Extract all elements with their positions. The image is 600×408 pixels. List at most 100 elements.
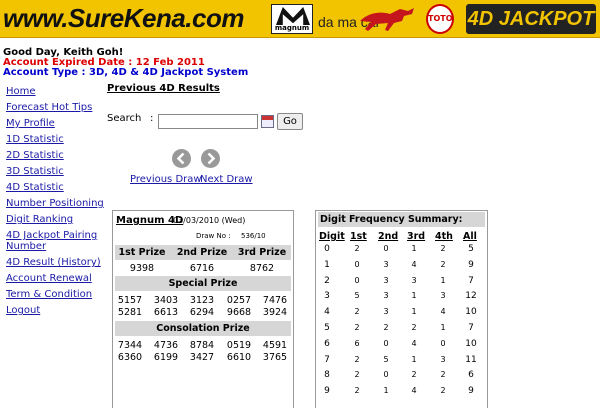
frequency-count-cell: 2 <box>354 370 360 380</box>
toto-logo: TOTO <box>426 4 454 34</box>
digit-frequency-panel: Digit Frequency Summary: Digit 1st 2nd 3… <box>315 210 488 408</box>
frequency-header-2nd: 2nd <box>378 231 399 242</box>
previous-arrow-icon[interactable] <box>172 149 191 168</box>
frequency-total-cell: 10 <box>465 307 477 318</box>
frequency-count-cell: 4 <box>411 386 417 396</box>
frequency-count-cell: 1 <box>411 244 417 253</box>
sidebar-item-digit-ranking[interactable]: Digit Ranking <box>6 214 73 225</box>
frequency-count-cell: 3 <box>383 275 389 285</box>
frequency-digit-cell: 3 <box>324 291 330 302</box>
consolation-prize-number: 4591 <box>262 340 288 351</box>
frequency-digit-cell: 4 <box>324 307 330 318</box>
frequency-count-cell: 0 <box>354 259 360 269</box>
frequency-count-cell: 2 <box>440 244 446 253</box>
sidebar-item-4d-result-history[interactable]: 4D Result (History) <box>6 257 101 268</box>
next-draw-link[interactable]: Next Draw <box>200 174 253 185</box>
frequency-digit-cell: 6 <box>324 338 330 349</box>
site-banner: www.SureKena.com magnum da ma cai TOTO 4… <box>0 0 600 38</box>
sidebar-item-3d-statistic[interactable]: 3D Statistic <box>6 166 64 177</box>
go-button[interactable]: Go <box>277 113 303 130</box>
frequency-digit-cell: 0 <box>324 244 330 254</box>
frequency-digit-cell: 8 <box>324 370 330 381</box>
page-title: Previous 4D Results <box>107 83 220 94</box>
prize-label-2nd: 2nd Prize <box>176 247 228 258</box>
frequency-count-cell: 3 <box>440 291 446 301</box>
sidebar-item-jackpot-pairing[interactable]: 4D Jackpot Pairing Number <box>6 230 98 252</box>
sidebar-item-4d-statistic[interactable]: 4D Statistic <box>6 182 64 193</box>
frequency-count-cell: 4 <box>440 307 446 317</box>
frequency-digit-cell: 7 <box>324 354 330 365</box>
sidebar-item-1d-statistic[interactable]: 1D Statistic <box>6 134 64 145</box>
special-prize-number: 3924 <box>262 307 288 318</box>
search-date-input[interactable] <box>158 114 258 129</box>
frequency-count-cell: 0 <box>383 338 389 348</box>
sidebar-item-number-positioning[interactable]: Number Positioning <box>6 198 104 209</box>
frequency-count-cell: 2 <box>354 323 360 332</box>
sidebar-item-forecast-hot-tips[interactable]: Forecast Hot Tips <box>6 102 92 113</box>
account-type-text: Account Type : 3D, 4D & 4D Jackpot Syste… <box>3 67 249 78</box>
magnum-m-icon <box>276 7 310 25</box>
prize-label-1st: 1st Prize <box>118 247 166 258</box>
frequency-count-cell: 2 <box>383 323 389 332</box>
frequency-total-cell: 12 <box>465 291 477 302</box>
previous-draw-link[interactable]: Previous Draw <box>130 174 202 185</box>
frequency-count-cell: 1 <box>440 275 446 285</box>
frequency-count-cell: 3 <box>440 354 446 364</box>
consolation-prize-number: 3765 <box>262 352 288 363</box>
sidebar-item-logout[interactable]: Logout <box>6 305 40 316</box>
magnum-logo: magnum <box>271 4 313 34</box>
frequency-count-cell: 2 <box>440 370 446 380</box>
special-prize-label: Special Prize <box>168 278 238 289</box>
second-prize-number: 6716 <box>189 263 215 274</box>
sidebar-item-terms[interactable]: Term & Condition <box>6 289 92 300</box>
jackpot-logo: 4D JACKPOT <box>466 4 596 34</box>
frequency-total-cell: 7 <box>468 323 474 333</box>
frequency-total-cell: 7 <box>468 275 474 286</box>
frequency-digit-cell: 2 <box>324 275 330 286</box>
calendar-icon[interactable] <box>261 115 274 128</box>
frequency-count-cell: 1 <box>411 291 417 301</box>
frequency-digit-cell: 9 <box>324 386 330 397</box>
frequency-header-4th: 4th <box>435 231 453 242</box>
horse-icon <box>360 8 414 31</box>
frequency-count-cell: 4 <box>411 259 417 269</box>
frequency-count-cell: 2 <box>354 354 360 364</box>
consolation-prize-label: Consolation Prize <box>156 323 250 334</box>
frequency-count-cell: 1 <box>383 386 389 396</box>
frequency-title: Digit Frequency Summary: <box>318 212 485 227</box>
sidebar-item-home[interactable]: Home <box>6 86 36 97</box>
sidebar-item-2d-statistic[interactable]: 2D Statistic <box>6 150 64 161</box>
frequency-count-cell: 6 <box>354 338 360 348</box>
frequency-count-cell: 1 <box>411 307 417 317</box>
site-logo[interactable]: www.SureKena.com <box>3 3 245 34</box>
frequency-header-digit: Digit <box>319 231 345 242</box>
frequency-count-cell: 1 <box>440 323 446 332</box>
sidebar-item-my-profile[interactable]: My Profile <box>6 118 55 129</box>
frequency-count-cell: 2 <box>354 307 360 317</box>
frequency-total-cell: 5 <box>468 244 474 254</box>
frequency-count-cell: 0 <box>354 275 360 285</box>
frequency-header-3rd: 3rd <box>407 231 426 242</box>
frequency-count-cell: 4 <box>411 338 417 348</box>
prize-label-3rd: 3rd Prize <box>237 247 287 258</box>
draw-date: 03/03/2010 (Wed) <box>173 216 246 225</box>
search-label: Search <box>107 113 142 124</box>
frequency-count-cell: 2 <box>354 386 360 396</box>
frequency-count-cell: 3 <box>383 307 389 317</box>
frequency-count-cell: 5 <box>354 291 360 301</box>
frequency-total-cell: 9 <box>468 259 474 270</box>
magnum-logo-text: magnum <box>274 24 310 32</box>
search-colon: : <box>150 113 154 124</box>
frequency-count-cell: 3 <box>383 259 389 269</box>
frequency-count-cell: 2 <box>411 370 417 380</box>
frequency-count-cell: 2 <box>354 244 360 253</box>
frequency-total-cell: 11 <box>465 354 477 365</box>
frequency-count-cell: 3 <box>383 291 389 301</box>
sidebar-item-account-renewal[interactable]: Account Renewal <box>6 273 92 284</box>
draw-no-value: 536/10 <box>241 232 266 240</box>
frequency-total-cell: 9 <box>468 386 474 397</box>
draw-result-panel: Magnum 4D 03/03/2010 (Wed) Draw No : 536… <box>112 210 294 408</box>
first-prize-number: 9398 <box>129 263 155 274</box>
special-prize-number: 7476 <box>262 295 288 306</box>
next-arrow-icon[interactable] <box>201 149 220 168</box>
